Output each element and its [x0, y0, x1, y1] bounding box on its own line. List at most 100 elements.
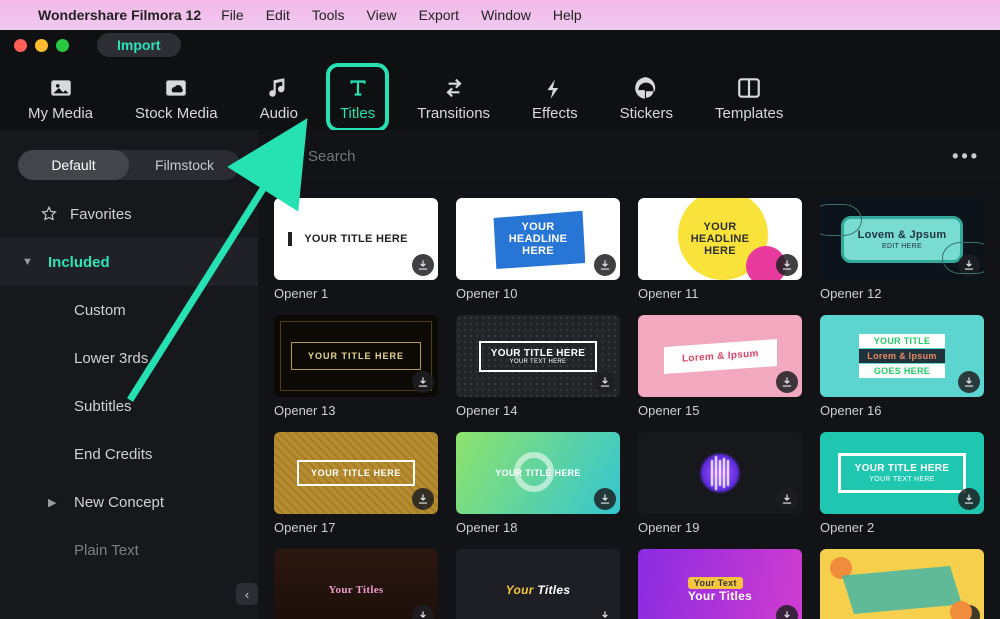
sidebar-item-label: Favorites — [70, 206, 132, 223]
download-icon[interactable] — [958, 605, 980, 619]
sidebar-collapse-button[interactable]: ‹ — [236, 583, 258, 605]
tool-stickers[interactable]: Stickers — [612, 69, 681, 126]
title-thumbnail: YOUR TITLE HERE — [274, 315, 438, 397]
sidebar-item-label: New Concept — [74, 494, 164, 511]
search-row: ••• — [258, 130, 1000, 184]
title-card[interactable]: Opener 19 — [638, 432, 802, 535]
title-card[interactable]: YOUR TITLELorem & IpsumGOES HEREOpener 1… — [820, 315, 984, 418]
menu-file[interactable]: File — [221, 7, 244, 23]
tool-label: Audio — [260, 105, 298, 122]
title-thumbnail: Lorem & Ipsum — [638, 315, 802, 397]
title-card[interactable]: YOUR TITLE HEREOpener 18 — [456, 432, 620, 535]
tool-label: Titles — [340, 105, 375, 122]
sidebar-favorites[interactable]: Favorites — [0, 190, 258, 238]
window-minimize-button[interactable] — [35, 39, 48, 52]
segment-default[interactable]: Default — [18, 150, 129, 180]
title-card[interactable]: Your TextYour Titles — [638, 549, 802, 619]
download-icon[interactable] — [594, 371, 616, 393]
sidebar-item-label: End Credits — [74, 446, 152, 463]
menu-window[interactable]: Window — [481, 7, 531, 23]
tool-label: My Media — [28, 105, 93, 122]
title-card[interactable]: Lorem & Ipsum Opener 15 — [638, 315, 802, 418]
download-icon[interactable] — [776, 371, 798, 393]
download-icon[interactable] — [958, 371, 980, 393]
download-icon[interactable] — [412, 371, 434, 393]
tool-my-media[interactable]: My Media — [20, 69, 101, 126]
import-button[interactable]: Import — [97, 33, 181, 57]
title-card[interactable]: YOUR TITLE HEREYOUR TEXT HEREOpener 2 — [820, 432, 984, 535]
tool-stock-media[interactable]: Stock Media — [127, 69, 226, 126]
title-thumbnail: Your TextYour Titles — [638, 549, 802, 619]
title-card[interactable]: YOURHEADLINEHEREOpener 11 — [638, 198, 802, 301]
title-card[interactable]: Your Titles — [274, 549, 438, 619]
menu-help[interactable]: Help — [553, 7, 582, 23]
download-icon[interactable] — [412, 605, 434, 619]
tool-transitions[interactable]: Transitions — [409, 69, 498, 126]
title-card[interactable]: Lovem & JpsumEDIT HERE Opener 12 — [820, 198, 984, 301]
tool-audio[interactable]: Audio — [252, 69, 306, 126]
window-zoom-button[interactable] — [56, 39, 69, 52]
tool-templates[interactable]: Templates — [707, 69, 791, 126]
title-thumbnail: YOUR TITLE HERE — [274, 198, 438, 280]
sidebar-end-credits[interactable]: End Credits — [0, 430, 258, 478]
title-thumbnail: YOUR TITLE HEREYOUR TEXT HERE — [456, 315, 620, 397]
title-card[interactable]: YOUR TITLE HEREOpener 13 — [274, 315, 438, 418]
download-icon[interactable] — [776, 488, 798, 510]
title-card-label: Opener 2 — [820, 520, 984, 535]
tool-label: Effects — [532, 105, 578, 122]
menu-export[interactable]: Export — [419, 7, 459, 23]
sparkle-icon — [542, 75, 568, 101]
sidebar-plain-text[interactable]: Plain Text — [0, 526, 258, 574]
download-icon[interactable] — [412, 488, 434, 510]
download-icon[interactable] — [958, 254, 980, 276]
title-card[interactable]: YOUR TITLE HEREOpener 17 — [274, 432, 438, 535]
download-icon[interactable] — [776, 254, 798, 276]
title-thumbnail: YOURHEADLINEHERE — [638, 198, 802, 280]
segment-filmstock[interactable]: Filmstock — [129, 150, 240, 180]
search-input[interactable] — [308, 148, 942, 165]
sidebar-subtitles[interactable]: Subtitles — [0, 382, 258, 430]
menu-view[interactable]: View — [367, 7, 397, 23]
window-titlebar: Import — [0, 30, 1000, 60]
tool-label: Transitions — [417, 105, 490, 122]
tool-titles[interactable]: Titles — [332, 69, 383, 126]
sidebar-lower-3rds[interactable]: Lower 3rds — [0, 334, 258, 382]
photo-icon — [48, 75, 74, 101]
title-card-label: Opener 15 — [638, 403, 802, 418]
window-close-button[interactable] — [14, 39, 27, 52]
title-thumbnail: YOUR TITLE HERE — [456, 432, 620, 514]
title-card-label: Opener 17 — [274, 520, 438, 535]
menu-tools[interactable]: Tools — [312, 7, 345, 23]
text-icon — [345, 75, 371, 101]
sidebar-segment: Default Filmstock — [18, 150, 240, 180]
sidebar-included[interactable]: ▼ Included — [0, 238, 258, 286]
download-icon[interactable] — [594, 605, 616, 619]
download-icon[interactable] — [594, 254, 616, 276]
download-icon[interactable] — [594, 488, 616, 510]
tool-label: Stickers — [620, 105, 673, 122]
download-icon[interactable] — [958, 488, 980, 510]
menu-edit[interactable]: Edit — [266, 7, 290, 23]
title-card[interactable]: YOUR TITLE HEREOpener 1 — [274, 198, 438, 301]
title-card[interactable]: YOUR TITLE HEREYOUR TEXT HEREOpener 14 — [456, 315, 620, 418]
sidebar-item-label: Plain Text — [74, 542, 139, 559]
mac-menu-bar: Wondershare Filmora 12 File Edit Tools V… — [0, 0, 1000, 30]
sidebar-custom[interactable]: Custom — [0, 286, 258, 334]
title-thumbnail: Your Titles — [274, 549, 438, 619]
title-thumbnail — [820, 549, 984, 619]
tool-effects[interactable]: Effects — [524, 69, 586, 126]
title-card[interactable]: Your Titles — [456, 549, 620, 619]
sidebar-item-label: Lower 3rds — [74, 350, 148, 367]
sidebar-new-concept[interactable]: ▶New Concept — [0, 478, 258, 526]
title-thumbnail: Your Titles — [456, 549, 620, 619]
title-card-label: Opener 12 — [820, 286, 984, 301]
download-icon[interactable] — [776, 605, 798, 619]
title-card[interactable] — [820, 549, 984, 619]
title-thumbnail: Lovem & JpsumEDIT HERE — [820, 198, 984, 280]
download-icon[interactable] — [412, 254, 434, 276]
more-options-button[interactable]: ••• — [952, 146, 980, 167]
template-icon — [736, 75, 762, 101]
search-icon — [278, 147, 298, 167]
title-thumbnail: YOUR TITLELorem & IpsumGOES HERE — [820, 315, 984, 397]
title-card[interactable]: YOURHEADLINEHEREOpener 10 — [456, 198, 620, 301]
